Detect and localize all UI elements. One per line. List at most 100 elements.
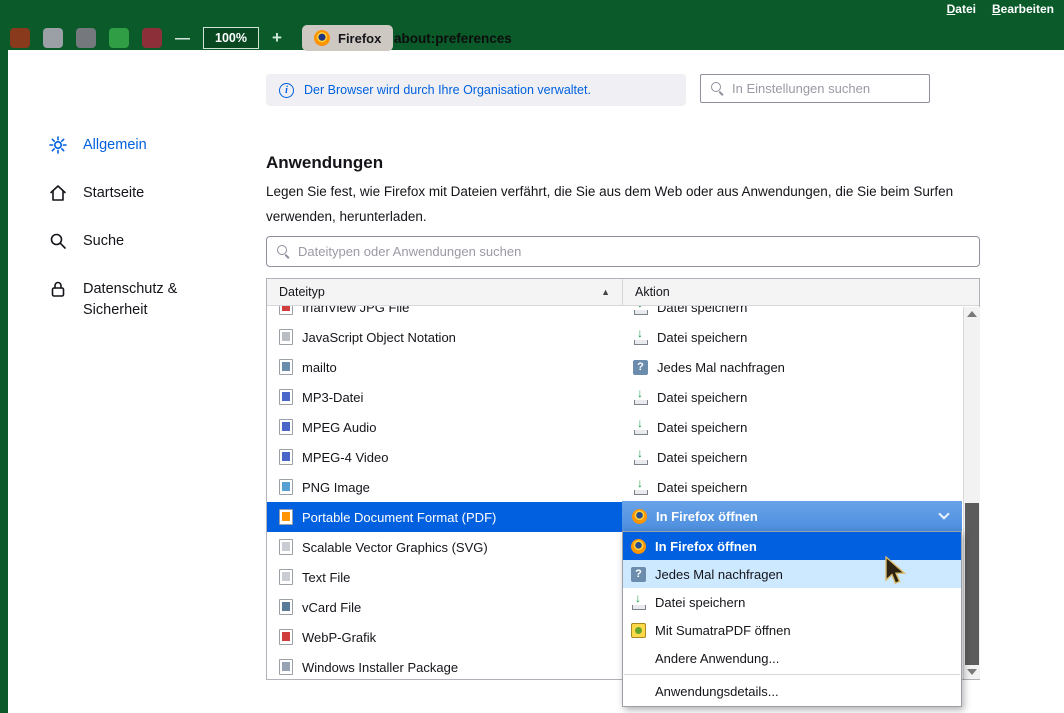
table-row[interactable]: mailto Jedes Mal nachfragen xyxy=(267,352,962,382)
toolbar-app-icon-3[interactable] xyxy=(76,28,96,48)
action-dropdown-menu: In Firefox öffnen Jedes Mal nachfragen D… xyxy=(622,531,962,707)
filetype-icon xyxy=(279,659,293,675)
sidebar: Allgemein Startseite Suche Datenschutz &… xyxy=(8,50,258,337)
filetype-icon xyxy=(279,329,293,345)
firefox-icon xyxy=(631,539,646,554)
ask-icon xyxy=(631,567,646,582)
filetype-filter-input[interactable] xyxy=(298,244,969,259)
menu-item-jedes-mal-nachfragen[interactable]: Jedes Mal nachfragen xyxy=(623,560,961,588)
filetype-label: JavaScript Object Notation xyxy=(302,330,456,345)
menu-item-sumatrapdf[interactable]: Mit SumatraPDF öffnen xyxy=(623,616,961,644)
home-icon xyxy=(48,183,68,203)
table-scrollbar[interactable] xyxy=(963,307,980,679)
table-row[interactable]: MPEG-4 Video Datei speichern xyxy=(267,442,962,472)
filetype-cell: MP3-Datei xyxy=(267,382,623,412)
page-title: Anwendungen xyxy=(266,153,383,173)
menu-item-anwendungsdetails[interactable]: Anwendungsdetails... xyxy=(623,677,961,705)
menu-datei[interactable]: Datei xyxy=(947,2,976,16)
toolbar-app-icon-5[interactable] xyxy=(142,28,162,48)
pdf-action-select[interactable]: In Firefox öffnen xyxy=(622,501,962,531)
filetype-icon xyxy=(279,509,293,525)
scroll-up-icon[interactable] xyxy=(967,311,977,317)
menu-item-datei-speichern[interactable]: Datei speichern xyxy=(623,588,961,616)
column-header-aktion[interactable]: Aktion xyxy=(623,279,979,305)
filetype-label: Scalable Vector Graphics (SVG) xyxy=(302,540,488,555)
settings-search-input[interactable] xyxy=(732,81,919,96)
menu-item-label: In Firefox öffnen xyxy=(655,539,757,554)
sidebar-item-datenschutz[interactable]: Datenschutz & Sicherheit xyxy=(8,268,258,332)
chevron-down-icon xyxy=(938,508,949,519)
section-description: Legen Sie fest, wie Firefox mit Dateien … xyxy=(266,179,978,229)
menu-item-label: Datei speichern xyxy=(655,595,745,610)
filetype-cell: Windows Installer Package xyxy=(267,652,623,679)
save-icon xyxy=(633,420,648,435)
menubar: Datei Bearbeiten xyxy=(947,2,1054,16)
filetype-label: IrfanView JPG File xyxy=(302,306,409,315)
action-cell: Datei speichern xyxy=(623,442,962,472)
search-icon xyxy=(711,82,724,95)
action-cell: Jedes Mal nachfragen xyxy=(623,352,962,382)
sidebar-item-startseite[interactable]: Startseite xyxy=(8,172,258,215)
filetype-cell: Scalable Vector Graphics (SVG) xyxy=(267,532,623,562)
sidebar-item-label: Allgemein xyxy=(83,135,147,156)
sidebar-item-label: Suche xyxy=(83,231,124,252)
column-header-dateityp[interactable]: Dateityp ▲ xyxy=(267,279,623,305)
menu-item-label: Jedes Mal nachfragen xyxy=(655,567,783,582)
menu-bearbeiten[interactable]: Bearbeiten xyxy=(992,2,1054,16)
scrollbar-thumb[interactable] xyxy=(965,503,979,665)
menu-item-andere-anwendung[interactable]: Andere Anwendung... xyxy=(623,644,961,672)
toolbar-app-icon-1[interactable] xyxy=(10,28,30,48)
zoom-out-button[interactable]: — xyxy=(175,30,190,47)
firefox-preferences-window: Datei Bearbeiten — 100% + Firefox about:… xyxy=(0,0,1064,713)
action-cell: Datei speichern xyxy=(623,412,962,442)
ask-icon xyxy=(633,360,648,375)
table-row[interactable]: PNG Image Datei speichern xyxy=(267,472,962,502)
action-cell: Datei speichern xyxy=(623,306,962,322)
filetype-label: MPEG Audio xyxy=(302,420,376,435)
scroll-down-icon[interactable] xyxy=(967,669,977,675)
table-row[interactable]: IrfanView JPG File Datei speichern xyxy=(267,306,962,322)
table-header: Dateityp ▲ Aktion xyxy=(267,279,979,306)
sumatrapdf-icon xyxy=(631,623,646,638)
toolbar-app-icon-2[interactable] xyxy=(43,28,63,48)
filetype-label: mailto xyxy=(302,360,337,375)
save-icon xyxy=(631,595,646,610)
menu-item-label: Anwendungsdetails... xyxy=(655,684,779,699)
toolbar-app-icon-4[interactable] xyxy=(109,28,129,48)
filetype-icon xyxy=(279,419,293,435)
address-text: about:preferences xyxy=(394,31,512,46)
filetype-cell: MPEG-4 Video xyxy=(267,442,623,472)
table-row[interactable]: JavaScript Object Notation Datei speiche… xyxy=(267,322,962,352)
sidebar-item-allgemein[interactable]: Allgemein xyxy=(8,124,258,167)
action-cell: Datei speichern xyxy=(623,382,962,412)
topbar: Datei Bearbeiten — 100% + Firefox about:… xyxy=(0,0,1064,50)
action-label: Jedes Mal nachfragen xyxy=(657,360,785,375)
action-cell: Datei speichern xyxy=(623,472,962,502)
filetype-cell: MPEG Audio xyxy=(267,412,623,442)
policy-notice-link[interactable]: Der Browser wird durch Ihre Organisation… xyxy=(304,83,591,97)
filetype-cell: Portable Document Format (PDF) xyxy=(267,502,623,532)
zoom-in-button[interactable]: + xyxy=(272,28,282,48)
table-row[interactable]: MP3-Datei Datei speichern xyxy=(267,382,962,412)
menu-separator xyxy=(624,674,960,675)
filetype-cell: IrfanView JPG File xyxy=(267,306,623,322)
filetype-icon xyxy=(279,479,293,495)
save-icon xyxy=(633,306,648,315)
filetype-label: MPEG-4 Video xyxy=(302,450,388,465)
action-label: Datei speichern xyxy=(657,420,747,435)
filetype-icon xyxy=(279,599,293,615)
menu-item-label: Andere Anwendung... xyxy=(655,651,779,666)
firefox-tab[interactable]: Firefox xyxy=(302,25,393,51)
table-row[interactable]: MPEG Audio Datei speichern xyxy=(267,412,962,442)
save-icon xyxy=(633,480,648,495)
zoom-level: 100% xyxy=(203,27,259,49)
save-icon xyxy=(633,450,648,465)
menu-item-firefox-oeffnen[interactable]: In Firefox öffnen xyxy=(623,532,961,560)
filetype-icon xyxy=(279,306,293,315)
filetype-label: Text File xyxy=(302,570,350,585)
action-label: Datei speichern xyxy=(657,480,747,495)
search-icon xyxy=(277,245,290,258)
sidebar-item-suche[interactable]: Suche xyxy=(8,220,258,263)
filetype-cell: WebP-Grafik xyxy=(267,622,623,652)
selected-action-label: In Firefox öffnen xyxy=(656,509,758,524)
